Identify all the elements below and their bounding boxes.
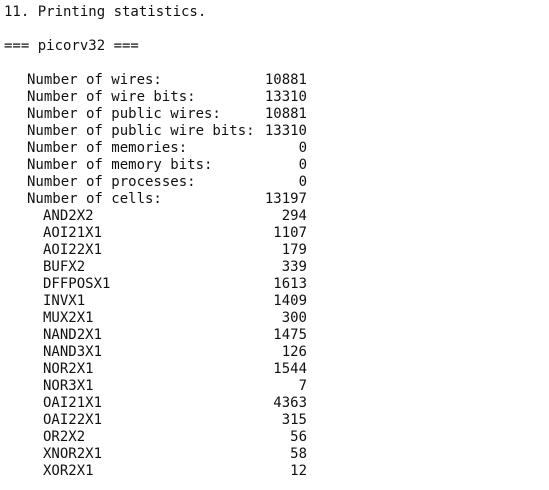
cell-type: XOR2X1: [43, 463, 94, 479]
cell-row: XNOR2X1 58: [0, 446, 549, 463]
cell-type: AND2X2: [43, 208, 94, 224]
stat-value: 10881: [264, 72, 307, 88]
stat-row: Number of public wire bits: 13310: [0, 123, 549, 140]
cell-count: 58: [290, 446, 307, 462]
cell-type: DFFPOSX1: [43, 276, 111, 292]
cell-type: AOI22X1: [43, 242, 103, 258]
stat-label: Number of public wires:: [27, 106, 221, 122]
stat-value: 13310: [264, 123, 307, 139]
cell-row: NOR3X1 7: [0, 378, 549, 395]
cell-type: BUFX2: [43, 259, 86, 275]
stat-label: Number of wires:: [27, 72, 162, 88]
cell-count: 1107: [273, 225, 307, 241]
cell-type: OAI22X1: [43, 412, 103, 428]
stat-row: Number of wire bits: 13310: [0, 89, 549, 106]
cell-type: NOR2X1: [43, 361, 94, 377]
cell-count: 300: [281, 310, 307, 326]
cell-row: MUX2X1 300: [0, 310, 549, 327]
stat-value: 13310: [264, 89, 307, 105]
stat-value: 0: [298, 157, 307, 173]
cell-row: OAI22X1 315: [0, 412, 549, 429]
cell-row: OAI21X1 4363: [0, 395, 549, 412]
cell-type: NAND2X1: [43, 327, 103, 343]
cell-count: 4363: [273, 395, 307, 411]
stat-label: Number of memory bits:: [27, 157, 213, 173]
cell-row: DFFPOSX1 1613: [0, 276, 549, 293]
cell-count: 1544: [273, 361, 307, 377]
cell-type: NOR3X1: [43, 378, 94, 394]
stat-label: Number of cells:: [27, 191, 162, 207]
cell-row: OR2X2 56: [0, 429, 549, 446]
stat-label: Number of public wire bits:: [27, 123, 255, 139]
stat-value: 10881: [264, 106, 307, 122]
cell-row: NAND3X1 126: [0, 344, 549, 361]
cell-row: AOI21X1 1107: [0, 225, 549, 242]
cell-count: 7: [298, 378, 307, 394]
cell-row: BUFX2 339: [0, 259, 549, 276]
section-heading: 11. Printing statistics.: [4, 4, 207, 20]
stat-row: Number of memory bits: 0: [0, 157, 549, 174]
cell-count: 12: [290, 463, 307, 479]
cell-row: AND2X2 294: [0, 208, 549, 225]
cell-row: NOR2X1 1544: [0, 361, 549, 378]
cell-count: 56: [290, 429, 307, 445]
module-header: === picorv32 ===: [4, 38, 139, 54]
cell-count: 179: [281, 242, 307, 258]
stat-value: 13197: [264, 191, 307, 207]
cell-row: XOR2X1 12: [0, 463, 549, 480]
cell-count: 315: [281, 412, 307, 428]
cell-type: XNOR2X1: [43, 446, 103, 462]
cell-count: 294: [281, 208, 307, 224]
cell-type: NAND3X1: [43, 344, 103, 360]
cell-count: 1475: [273, 327, 307, 343]
stat-label: Number of memories:: [27, 140, 188, 156]
cell-row: AOI22X1 179: [0, 242, 549, 259]
stat-row: Number of wires: 10881: [0, 72, 549, 89]
stat-label: Number of wire bits:: [27, 89, 196, 105]
cell-count: 1613: [273, 276, 307, 292]
stat-value: 0: [298, 174, 307, 190]
cell-count: 1409: [273, 293, 307, 309]
cell-type: MUX2X1: [43, 310, 94, 326]
cell-type: OR2X2: [43, 429, 86, 445]
cell-type: OAI21X1: [43, 395, 103, 411]
cell-row: INVX1 1409: [0, 293, 549, 310]
cell-type: INVX1: [43, 293, 86, 309]
stat-value: 0: [298, 140, 307, 156]
stat-row: Number of public wires: 10881: [0, 106, 549, 123]
cell-count: 339: [281, 259, 307, 275]
cell-count: 126: [281, 344, 307, 360]
stat-row: Number of processes: 0: [0, 174, 549, 191]
cell-type: AOI21X1: [43, 225, 103, 241]
stat-row: Number of memories: 0: [0, 140, 549, 157]
stat-label: Number of processes:: [27, 174, 196, 190]
cell-row: NAND2X1 1475: [0, 327, 549, 344]
terminal-output: 11. Printing statistics. === picorv32 ==…: [0, 0, 549, 490]
stat-row: Number of cells: 13197: [0, 191, 549, 208]
